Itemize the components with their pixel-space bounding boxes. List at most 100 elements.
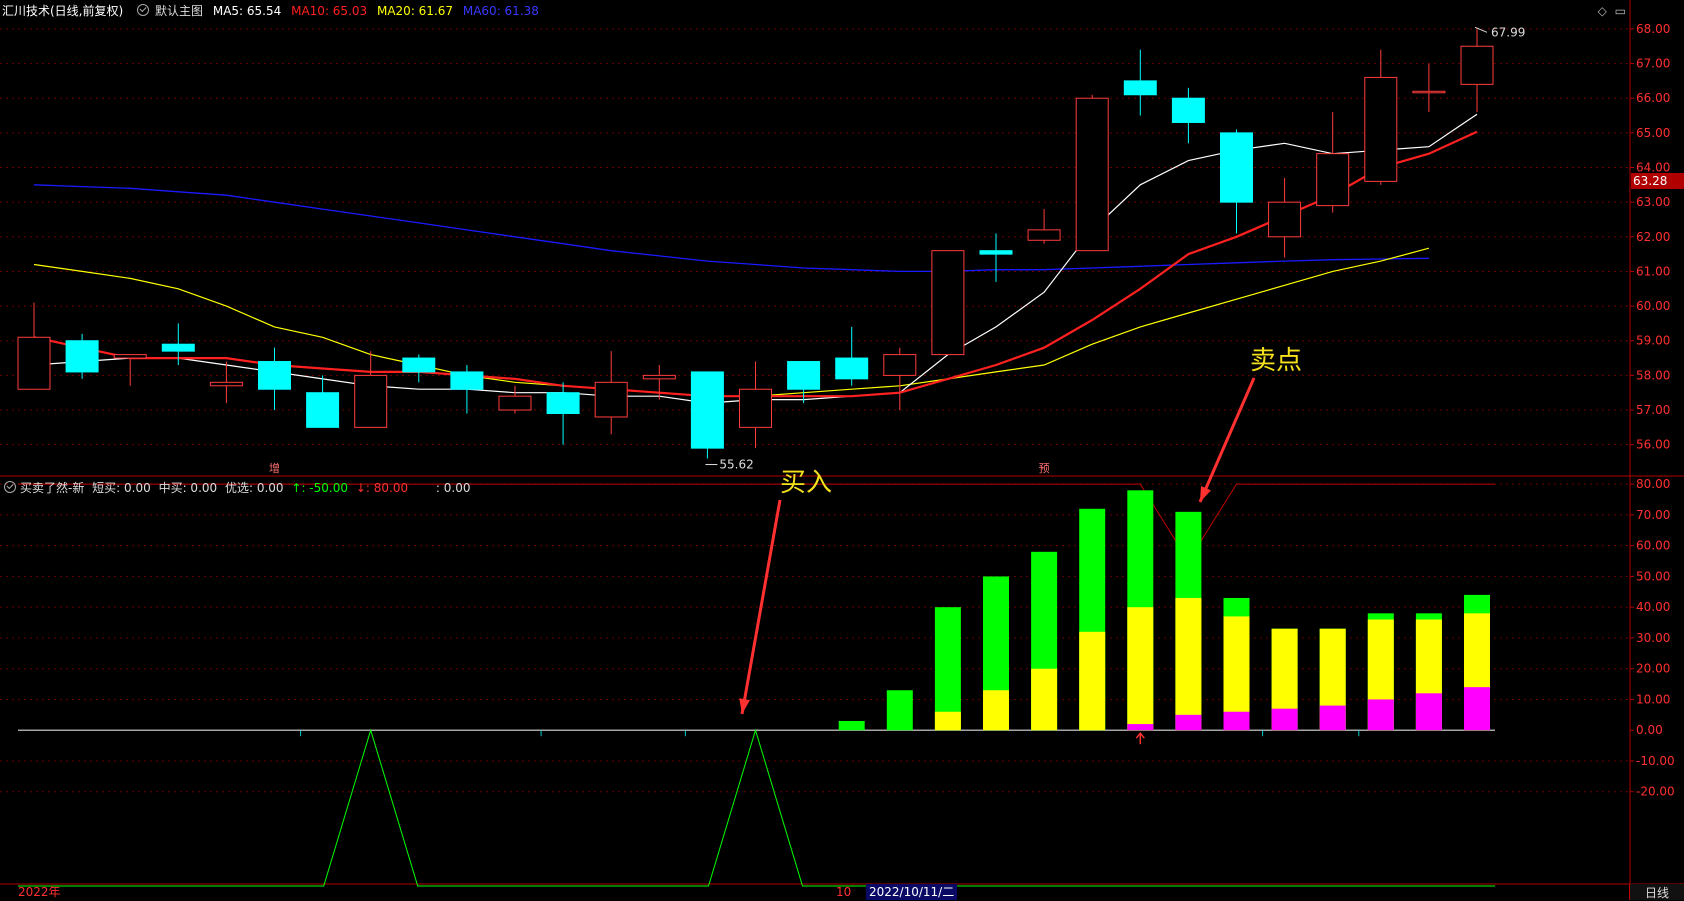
settings-icon[interactable] [4, 481, 16, 493]
ind-tick-label: 40.00 [1636, 600, 1670, 614]
main-chart-header: 汇川技术(日线,前复权) 默认主图 MA5: 65.54 MA10: 65.03… [0, 0, 1630, 22]
candle-up [209, 381, 243, 387]
low-price-label: 55.62 [719, 458, 753, 472]
stock-chart-window[interactable]: 68.00 67.00 66.00 65.00 64.00 63.00 62.00 61.00… [0, 0, 1684, 900]
high-price-label: 67.99 [1491, 25, 1525, 39]
ind-bar-magenta [1464, 687, 1490, 731]
date-label: 2022/10/11/二 [866, 884, 958, 900]
candle-down [835, 357, 869, 380]
candle-up [931, 250, 965, 356]
candle-up [354, 374, 388, 428]
candle-up [1460, 45, 1494, 85]
ma5-label: MA5: 65.54 [212, 4, 282, 18]
ind-tick-label: 10.00 [1636, 692, 1670, 706]
price-tick-label: 67.00 [1636, 57, 1670, 71]
candle-up [739, 388, 772, 428]
ind-bar-yellow [1031, 668, 1058, 731]
ind-bar-magenta [1175, 714, 1202, 731]
candle-up [1268, 201, 1302, 238]
extra-label: : 0.00 [435, 481, 471, 495]
ind-tick-label: -20.00 [1636, 785, 1675, 799]
event-mark: 增 [269, 461, 280, 475]
ma10-label: MA10: 65.03 [291, 4, 368, 18]
price-tick-label: 62.00 [1636, 230, 1670, 244]
candle-up [883, 354, 917, 376]
candle-up [1316, 153, 1350, 207]
main-chart-name[interactable]: 默认主图 [155, 4, 203, 18]
ind-bar-magenta [1223, 711, 1250, 731]
ind-bar-magenta [1415, 693, 1442, 731]
price-tick-label: 57.00 [1636, 403, 1670, 417]
event-mark: 预 [1039, 462, 1050, 475]
candle-down [450, 371, 484, 390]
period-badge[interactable]: 日线 [1629, 884, 1684, 900]
candle-down [402, 357, 436, 373]
candle-down [306, 392, 340, 428]
candle-up [1075, 97, 1109, 252]
price-tick-label: 60.00 [1636, 299, 1670, 313]
ind-bar-yellow [1175, 597, 1202, 731]
ind-bar-green [838, 720, 865, 731]
candle-down [258, 361, 291, 390]
candle-down [690, 371, 724, 449]
candle-down [979, 250, 1013, 255]
window-controls: ◇ ▭ [1598, 4, 1626, 18]
ind-bar-yellow [1079, 631, 1106, 731]
ma20-line [33, 247, 1430, 397]
ma60-label: MA60: 61.38 [462, 4, 539, 18]
indicator-name[interactable]: 买卖了然-新 [20, 481, 84, 495]
candle-up [1027, 229, 1061, 241]
candle-up [17, 336, 51, 390]
month-label: 10 [836, 885, 852, 899]
ind-bar-yellow [1127, 607, 1154, 731]
ind-bar-magenta [1367, 699, 1394, 731]
candle-down [65, 340, 99, 373]
time-axis: 2022年 10 2022/10/11/二 [0, 884, 1684, 900]
ind-tick-label: 80.00 [1636, 477, 1670, 491]
price-tick-label: 58.00 [1636, 368, 1670, 382]
ind-tick-label: 60.00 [1636, 539, 1670, 553]
ind-tick-label: 70.00 [1636, 508, 1670, 522]
price-tick-label: 65.00 [1636, 126, 1670, 140]
candle-up [642, 374, 676, 380]
candle-down [161, 343, 195, 352]
down-label: ↓: 80.00 [355, 481, 409, 495]
candle-up [594, 381, 628, 418]
buy-annotation: 买入 [780, 468, 833, 498]
ind-bar-magenta [1271, 708, 1298, 731]
price-tick-label: 61.00 [1636, 264, 1670, 278]
ind-bar-magenta [1319, 705, 1346, 731]
candle-down [546, 392, 580, 414]
window-icon[interactable]: ▭ [1615, 4, 1626, 18]
ind-tick-label: 50.00 [1636, 569, 1670, 583]
candle-up [113, 354, 147, 359]
candle-down [787, 361, 821, 390]
price-tick-label: 68.00 [1636, 22, 1670, 36]
current-price-badge: 63.28 [1631, 173, 1684, 189]
stock-title[interactable]: 汇川技术(日线,前复权) [2, 4, 123, 18]
price-tick-label: 66.00 [1636, 91, 1670, 105]
kline-chart-svg[interactable]: 68.0067.0066.0065.0064.0063.0062.0061.00… [0, 0, 1684, 900]
ind-tick-label: -10.00 [1636, 754, 1675, 768]
candle-up [1364, 76, 1398, 182]
ind-tick-label: 30.00 [1636, 631, 1670, 645]
ma20-label: MA20: 61.67 [376, 4, 454, 18]
ind-bar-green [886, 690, 913, 731]
ind-signal-line [18, 728, 1495, 887]
settings-icon[interactable] [137, 4, 150, 16]
candle-down [1220, 132, 1253, 203]
mid-buy-label: 中买: 0.00 [158, 481, 218, 495]
up-label: ↑: -50.00 [291, 481, 348, 495]
price-tick-label: 56.00 [1636, 438, 1670, 452]
price-tick-label: 59.00 [1636, 334, 1670, 348]
year-label: 2022年 [18, 885, 61, 899]
candle-up [498, 395, 532, 411]
buy-arrow-head [739, 698, 751, 714]
ind-bar-yellow [983, 690, 1009, 731]
diamond-icon[interactable]: ◇ [1598, 4, 1607, 18]
short-buy-label: 短买: 0.00 [92, 481, 151, 495]
candle-down [1123, 80, 1157, 96]
ind-tick-label: 20.00 [1636, 662, 1670, 676]
candle-up [1412, 90, 1446, 94]
ind-bar-yellow [934, 711, 961, 731]
